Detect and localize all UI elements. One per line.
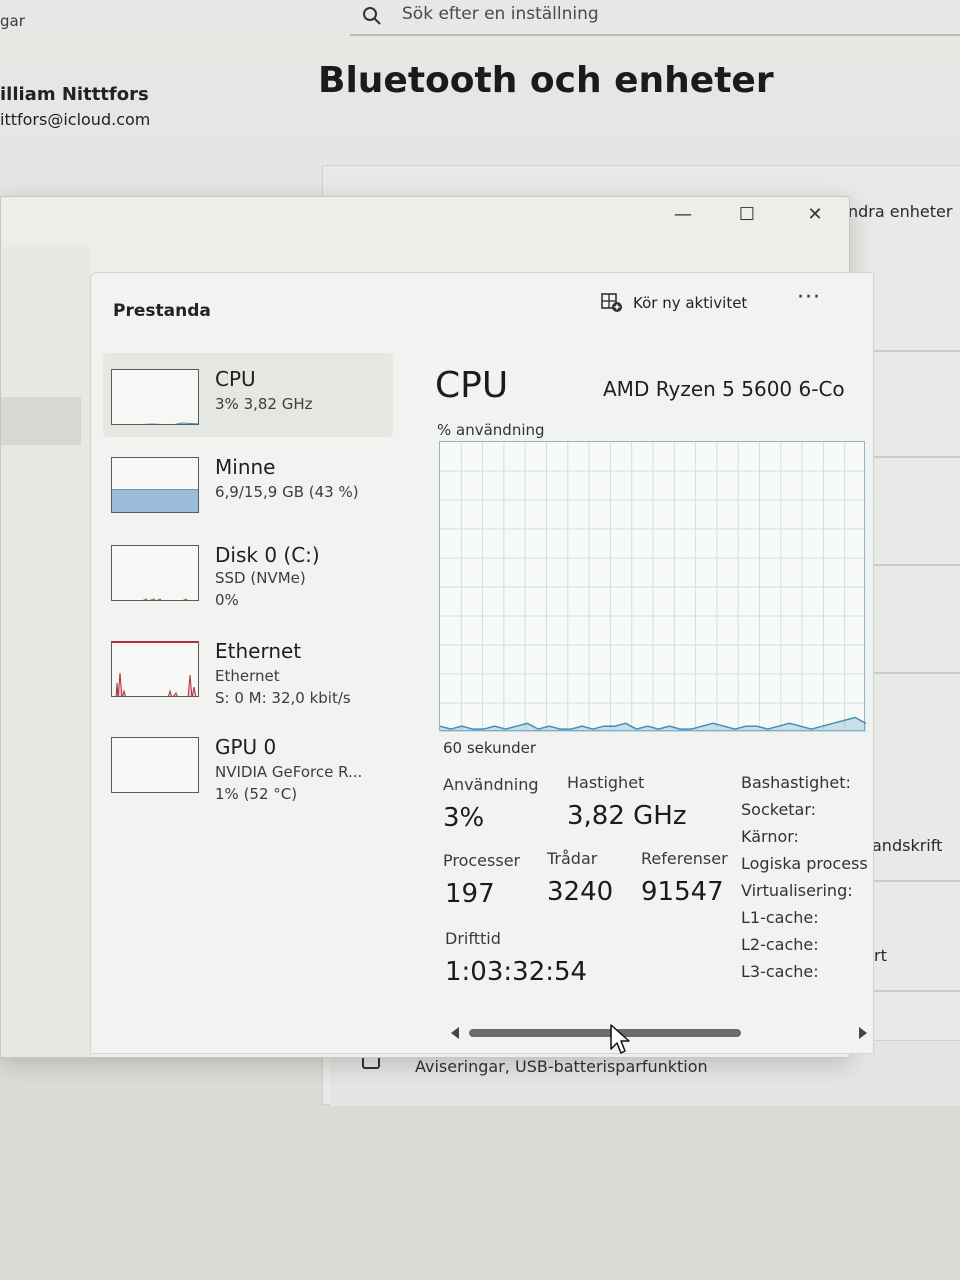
breadcrumb: gar: [0, 12, 25, 30]
sidebar-item-detail: 3% 3,82 GHz: [215, 395, 313, 413]
sidebar-item-label: Disk 0 (C:): [215, 543, 320, 567]
memory-thumbnail: [111, 457, 199, 513]
title-bar[interactable]: — ☐ ✕: [1, 197, 851, 247]
spec-l2-cache: L2-cache:: [741, 935, 819, 954]
sidebar-item-detail: NVIDIA GeForce R...: [215, 763, 363, 781]
speed-value: 3,82 GHz: [567, 801, 687, 831]
sidebar-item-memory[interactable]: Minne 6,9/15,9 GB (43 %): [103, 441, 393, 525]
threads-label: Trådar: [547, 849, 598, 868]
threads-value: 3240: [547, 877, 614, 907]
run-task-icon: [601, 293, 622, 312]
divider: [860, 456, 960, 458]
search-placeholder: Sök efter en inställning: [402, 4, 599, 24]
sidebar-item-ethernet[interactable]: Ethernet Ethernet S: 0 M: 32,0 kbit/s: [103, 625, 393, 709]
sidebar-item-label: GPU 0: [215, 735, 277, 759]
scroll-right-icon[interactable]: [859, 1027, 867, 1039]
disk-thumbnail: [111, 545, 199, 601]
divider: [860, 880, 960, 882]
spec-cores: Kärnor:: [741, 827, 799, 846]
nav-item-selected[interactable]: [1, 397, 81, 445]
divider: [860, 672, 960, 674]
cpu-usage-graph: [439, 441, 867, 732]
run-new-task-button[interactable]: Kör ny aktivitet: [601, 293, 747, 313]
run-task-label: Kör ny aktivitet: [633, 294, 748, 312]
sidebar-item-detail-2: S: 0 M: 32,0 kbit/s: [215, 689, 351, 707]
search-icon: [363, 7, 381, 25]
left-navigation: [1, 247, 91, 1057]
spec-logical-processors: Logiska process: [741, 854, 868, 873]
scrollbar-thumb[interactable]: [469, 1029, 741, 1037]
ethernet-thumbnail: [111, 641, 199, 697]
sidebar-item-label: CPU: [215, 367, 256, 391]
handles-value: 91547: [641, 877, 724, 907]
usb-row-label: Aviseringar, USB-batterisparfunktion: [415, 1057, 708, 1076]
spec-virtualization: Virtualisering:: [741, 881, 853, 900]
divider: [860, 564, 960, 566]
sidebar-item-label: Ethernet: [215, 639, 302, 663]
user-email: ittfors@icloud.com: [0, 110, 151, 129]
user-name: illiam Nitttfors: [0, 84, 149, 105]
sidebar-item-disk[interactable]: Disk 0 (C:) SSD (NVMe) 0%: [103, 529, 393, 613]
scroll-left-icon[interactable]: [451, 1027, 459, 1039]
usage-value: 3%: [443, 803, 485, 833]
spec-base-speed: Bashastighet:: [741, 773, 851, 792]
performance-panel: Prestanda Kör ny aktivitet ··· CPU 3% 3,…: [90, 272, 874, 1054]
close-button[interactable]: ✕: [793, 199, 837, 229]
minimize-button[interactable]: —: [661, 199, 705, 229]
gpu-thumbnail: [111, 737, 199, 793]
sidebar-item-detail-2: 0%: [215, 591, 239, 609]
speed-label: Hastighet: [567, 773, 645, 792]
horizontal-scrollbar[interactable]: [447, 1025, 873, 1041]
sidebar-item-detail: 6,9/15,9 GB (43 %): [215, 483, 359, 501]
sidebar-item-detail: SSD (NVMe): [215, 569, 306, 587]
detail-title: CPU: [435, 365, 509, 406]
sidebar-item-detail: Ethernet: [215, 667, 280, 685]
spec-sockets: Socketar:: [741, 800, 817, 819]
processes-label: Processer: [443, 851, 521, 870]
uptime-label: Drifttid: [445, 929, 501, 948]
processes-value: 197: [445, 879, 495, 909]
spec-l1-cache: L1-cache:: [741, 908, 819, 927]
handles-label: Referenser: [641, 849, 728, 868]
sidebar-item-gpu[interactable]: GPU 0 NVIDIA GeForce R... 1% (52 °C): [103, 721, 393, 805]
time-axis-label: 60 sekunder: [443, 739, 537, 757]
maximize-button[interactable]: ☐: [725, 199, 769, 229]
settings-item-handwriting[interactable]: andskrift: [872, 836, 942, 855]
mouse-cursor-icon: [610, 1024, 630, 1054]
usage-label: Användning: [443, 775, 539, 794]
memory-fill: [112, 488, 198, 512]
settings-search[interactable]: Sök efter en inställning: [350, 0, 960, 36]
sidebar-item-label: Minne: [215, 455, 276, 479]
cpu-usage-chart: [439, 442, 867, 732]
settings-item-partial[interactable]: rt: [874, 946, 887, 965]
sidebar-item-detail-2: 1% (52 °C): [215, 785, 298, 803]
divider: [860, 350, 960, 352]
divider: [860, 990, 960, 992]
cpu-thumbnail: [111, 369, 199, 425]
spec-l3-cache: L3-cache:: [741, 962, 819, 981]
more-options-button[interactable]: ···: [797, 285, 821, 310]
usage-axis-label: % användning: [437, 421, 545, 439]
section-title: Prestanda: [113, 301, 211, 321]
page-title: Bluetooth och enheter: [318, 60, 774, 101]
uptime-value: 1:03:32:54: [445, 957, 588, 987]
cpu-model: AMD Ryzen 5 5600 6-Co: [603, 377, 845, 401]
settings-item-other-devices[interactable]: ndra enheter: [848, 202, 952, 221]
sidebar-item-cpu[interactable]: CPU 3% 3,82 GHz: [103, 353, 393, 437]
